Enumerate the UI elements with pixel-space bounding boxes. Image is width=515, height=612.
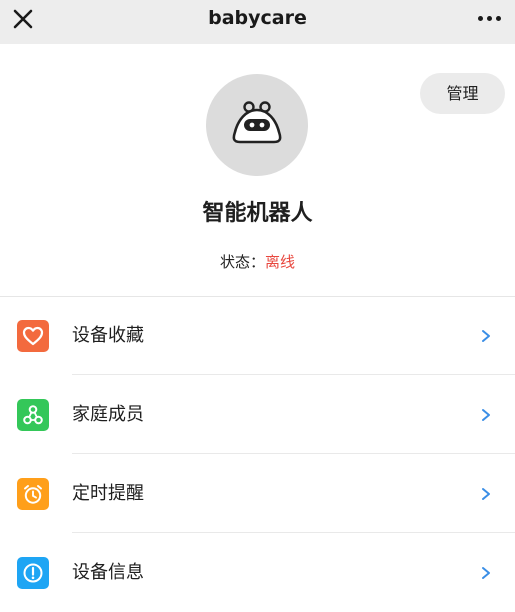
app-title: babycare: [208, 7, 307, 29]
chevron-right-icon: [479, 565, 493, 581]
more-icon-dot: [495, 15, 501, 21]
chevron-right-icon: [479, 407, 493, 423]
menu-divider: [72, 453, 515, 454]
info-icon: [17, 557, 49, 589]
menu-divider: [72, 532, 515, 533]
robot-icon: [227, 98, 287, 152]
manage-button[interactable]: 管理: [420, 73, 505, 114]
menu-item-family-members[interactable]: 家庭成员: [0, 376, 515, 454]
menu-divider: [72, 374, 515, 375]
menu-item-timed-reminder[interactable]: 定时提醒: [0, 455, 515, 533]
more-button[interactable]: [471, 6, 507, 30]
menu-item-label: 设备收藏: [72, 325, 144, 346]
status-label: 状态：: [219, 253, 265, 271]
heart-icon: [17, 320, 49, 352]
members-icon: [17, 399, 49, 431]
device-avatar: [206, 74, 308, 176]
more-icon-dot: [477, 15, 483, 21]
more-icon-dot: [486, 15, 492, 21]
device-name: 智能机器人: [202, 201, 313, 226]
menu-item-label: 定时提醒: [72, 483, 144, 504]
menu-item-favorites[interactable]: 设备收藏: [0, 297, 515, 375]
chevron-right-icon: [479, 328, 493, 344]
device-status: 状态：离线: [0, 250, 515, 274]
chevron-right-icon: [479, 486, 493, 502]
menu-item-label: 设备信息: [72, 562, 144, 583]
top-bar: babycare: [0, 0, 515, 44]
menu-item-label: 家庭成员: [72, 404, 144, 425]
status-value: 离线: [265, 253, 296, 271]
alarm-icon: [17, 478, 49, 510]
menu-item-device-info[interactable]: 设备信息: [0, 534, 515, 612]
